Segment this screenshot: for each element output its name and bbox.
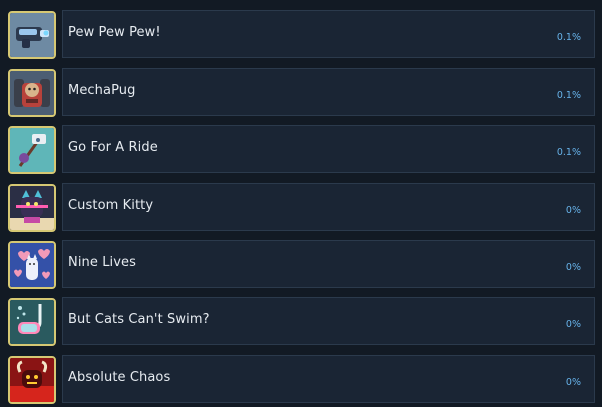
achievement-name: Pew Pew Pew! (68, 25, 161, 40)
achievement-panel: Pew Pew Pew! 0.1% (62, 10, 595, 58)
unlock-percentage: 0% (565, 377, 581, 388)
unlock-percentage: 0.1% (556, 90, 581, 101)
achievement-row[interactable]: Go For A Ride 0.1% (0, 125, 602, 174)
unlock-percentage: 0% (565, 319, 581, 330)
achievement-row[interactable]: MechaPug 0.1% (0, 68, 602, 117)
laser-gun-icon (8, 11, 56, 59)
achievement-panel: Nine Lives 0% (62, 240, 595, 288)
devil-cat-icon (8, 356, 56, 404)
achievement-row[interactable]: Nine Lives 0% (0, 240, 602, 289)
pogo-ride-icon (8, 126, 56, 174)
unlock-percentage: 0.1% (556, 32, 581, 43)
achievement-panel: Go For A Ride 0.1% (62, 125, 595, 173)
achievement-name: But Cats Can't Swim? (68, 312, 210, 327)
achievement-row[interactable]: But Cats Can't Swim? 0% (0, 297, 602, 346)
unlock-percentage: 0% (565, 205, 581, 216)
achievement-row[interactable]: Custom Kitty 0% (0, 183, 602, 232)
achievement-name: Absolute Chaos (68, 370, 171, 385)
achievement-name: MechaPug (68, 83, 136, 98)
unlock-percentage: 0.1% (556, 147, 581, 158)
unlock-percentage: 0% (565, 262, 581, 273)
achievement-panel: Custom Kitty 0% (62, 183, 595, 231)
snorkel-mask-icon (8, 298, 56, 346)
achievement-panel: MechaPug 0.1% (62, 68, 595, 116)
achievement-list: Pew Pew Pew! 0.1% MechaPug 0.1% Go For A… (0, 0, 602, 407)
achievement-panel: Absolute Chaos 0% (62, 355, 595, 403)
achievement-name: Custom Kitty (68, 198, 154, 213)
achievement-panel: But Cats Can't Swim? 0% (62, 297, 595, 345)
mech-pug-icon (8, 69, 56, 117)
achievement-row[interactable]: Pew Pew Pew! 0.1% (0, 10, 602, 59)
achievement-name: Nine Lives (68, 255, 137, 270)
custom-kitty-icon (8, 184, 56, 232)
achievement-name: Go For A Ride (68, 140, 158, 155)
nine-lives-icon (8, 241, 56, 289)
achievement-row[interactable]: Absolute Chaos 0% (0, 355, 602, 404)
